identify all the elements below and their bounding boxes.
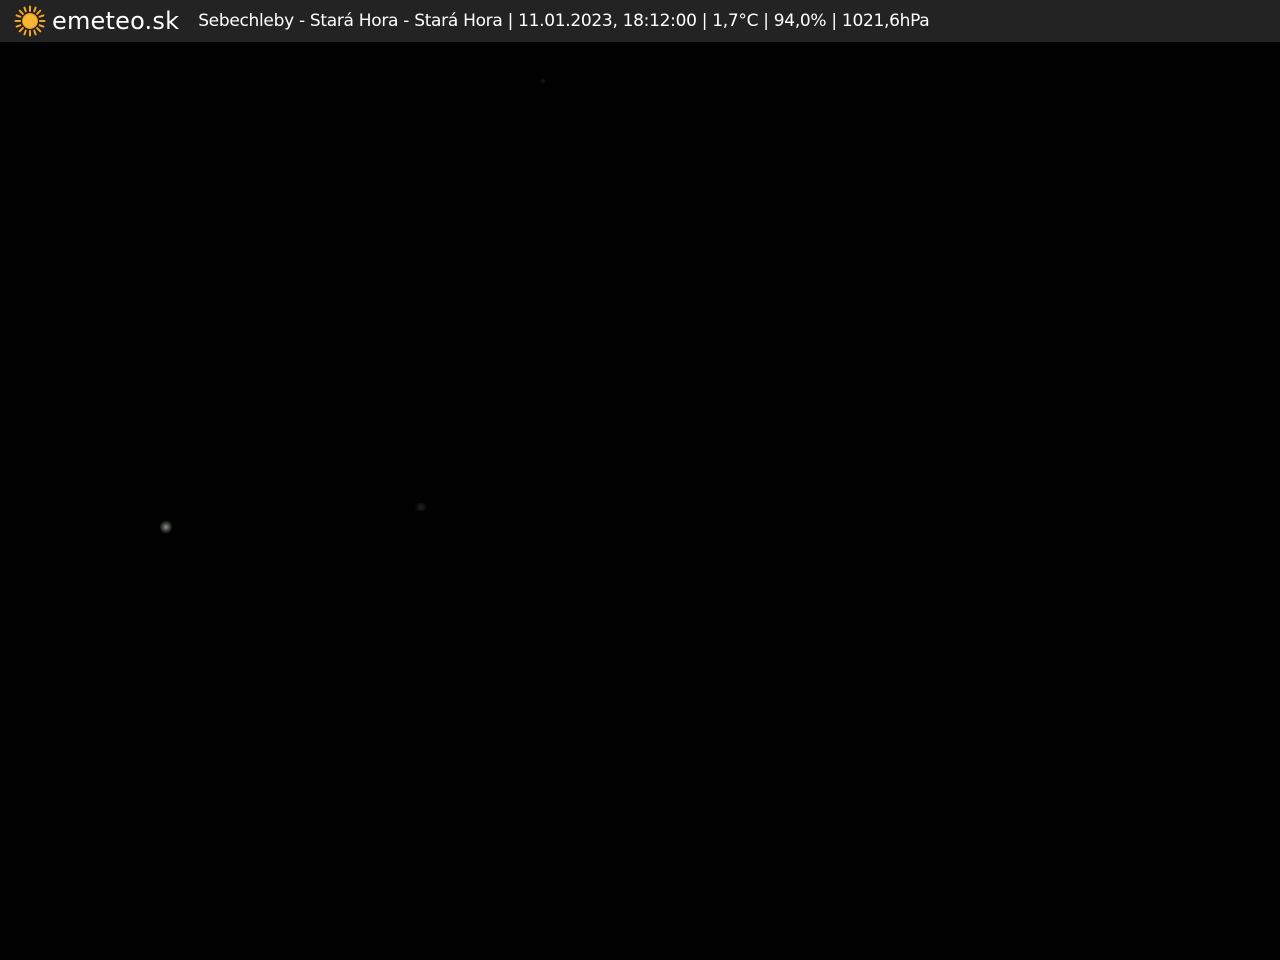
- distant-light: [160, 520, 172, 534]
- sun-icon: [14, 5, 46, 37]
- logo: emeteo.sk: [14, 0, 179, 42]
- station-caption: Sebechleby - Stará Hora - Stará Hora | 1…: [198, 11, 930, 31]
- webcam-frame: emeteo.sk Sebechleby - Stará Hora - Star…: [0, 0, 1280, 960]
- brand-name: emeteo.sk: [52, 7, 180, 35]
- faint-light: [413, 503, 429, 511]
- webcam-image: [0, 42, 1280, 960]
- faint-speck: [540, 78, 546, 84]
- info-bar: emeteo.sk Sebechleby - Stará Hora - Star…: [0, 0, 1280, 42]
